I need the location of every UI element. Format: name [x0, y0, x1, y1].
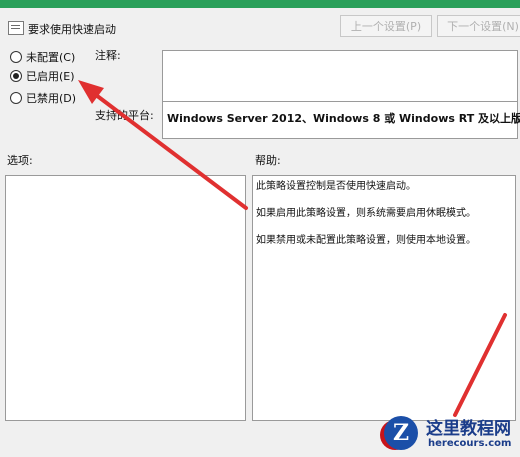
radio-not-configured-indicator[interactable] — [10, 51, 22, 63]
radio-enabled[interactable]: 已启用(E) — [10, 67, 75, 85]
radio-enabled-label: 已启用(E) — [26, 70, 75, 83]
watermark-mark-icon: Z — [384, 416, 418, 450]
help-paragraph: 如果启用此策略设置，则系统需要启用休眠模式。 — [256, 208, 476, 219]
watermark-url: herecours.com — [428, 438, 512, 449]
watermark-name: 这里教程网 — [426, 419, 511, 439]
help-paragraph: 如果禁用或未配置此策略设置，则使用本地设置。 — [256, 235, 476, 246]
supported-platform-value: Windows Server 2012、Windows 8 或 Windows … — [167, 112, 520, 125]
radio-disabled-indicator[interactable] — [10, 92, 22, 104]
help-paragraph: 此策略设置控制是否使用快速启动。 — [256, 181, 416, 192]
policy-setting-icon — [8, 21, 24, 35]
options-label: 选项: — [7, 154, 33, 167]
previous-setting-button[interactable]: 上一个设置(P) — [340, 15, 432, 37]
radio-not-configured-label: 未配置(C) — [26, 51, 76, 64]
comment-label: 注释: — [95, 49, 121, 62]
radio-enabled-indicator[interactable] — [10, 70, 22, 82]
supported-platform-label: 支持的平台: — [95, 109, 154, 122]
options-panel — [5, 175, 246, 421]
comment-field[interactable] — [162, 50, 518, 102]
radio-disabled[interactable]: 已禁用(D) — [10, 89, 76, 107]
help-label: 帮助: — [255, 154, 281, 167]
policy-title: 要求使用快速启动 — [28, 23, 116, 36]
next-setting-button[interactable]: 下一个设置(N) — [437, 15, 520, 37]
radio-disabled-label: 已禁用(D) — [26, 92, 77, 105]
radio-not-configured[interactable]: 未配置(C) — [10, 48, 75, 66]
window-title-strip — [0, 0, 520, 8]
supported-platform-box: Windows Server 2012、Windows 8 或 Windows … — [162, 101, 520, 139]
annotation-arrow-head — [78, 80, 104, 104]
watermark-logo: Z 这里教程网 herecours.com — [380, 412, 520, 457]
help-panel: 此策略设置控制是否使用快速启动。 如果启用此策略设置，则系统需要启用休眠模式。 … — [252, 175, 516, 421]
